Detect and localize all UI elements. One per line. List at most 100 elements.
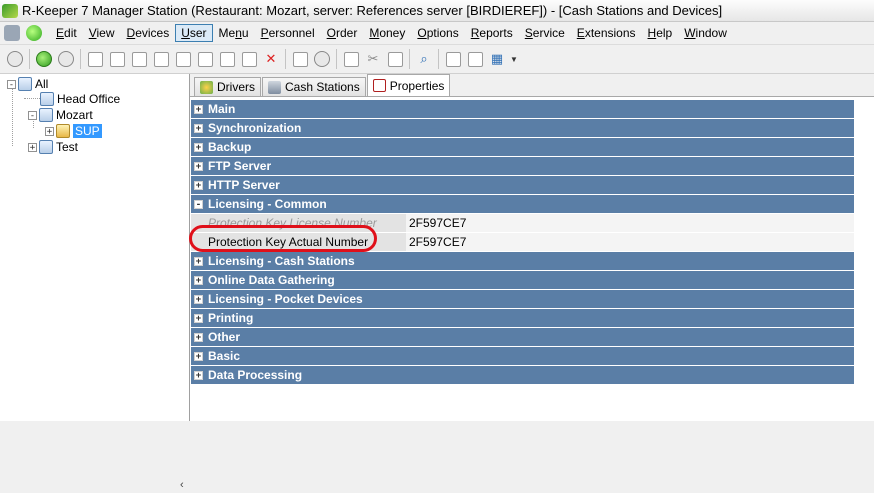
layers-icon[interactable] bbox=[466, 50, 484, 68]
category-data-processing[interactable]: + Data Processing bbox=[191, 366, 854, 384]
expand-icon[interactable]: + bbox=[194, 332, 203, 342]
tree-connector bbox=[24, 98, 40, 99]
expand-icon[interactable]: + bbox=[194, 161, 203, 171]
back-icon[interactable] bbox=[35, 50, 53, 68]
collapse-icon[interactable]: - bbox=[194, 199, 203, 209]
category-printing[interactable]: + Printing bbox=[191, 309, 854, 327]
expand-icon[interactable]: + bbox=[28, 142, 37, 152]
find-icon[interactable]: ⌕ bbox=[415, 50, 433, 68]
print-icon[interactable] bbox=[152, 50, 170, 68]
tree-node-all[interactable]: - All bbox=[7, 76, 48, 92]
chevron-down-icon[interactable]: ▼ bbox=[510, 50, 518, 68]
expand-icon[interactable]: + bbox=[45, 126, 54, 136]
menu-personnel[interactable]: Personnel bbox=[255, 24, 321, 42]
tab-properties[interactable]: Properties bbox=[366, 74, 451, 96]
toolbar-separator bbox=[80, 49, 81, 69]
save-icon[interactable] bbox=[291, 50, 309, 68]
copy-icon[interactable] bbox=[342, 50, 360, 68]
cash-station-icon bbox=[268, 80, 281, 94]
paste-icon[interactable] bbox=[386, 50, 404, 68]
properties-icon[interactable] bbox=[218, 50, 236, 68]
expand-icon[interactable]: + bbox=[194, 275, 203, 285]
category-ftp-server[interactable]: + FTP Server bbox=[191, 157, 854, 175]
category-label: Licensing - Common bbox=[208, 197, 327, 211]
collapse-icon[interactable]: - bbox=[28, 110, 37, 120]
property-value[interactable]: 2F597CE7 bbox=[406, 233, 854, 251]
category-label: FTP Server bbox=[208, 159, 272, 173]
tree-node-sup[interactable]: + SUP bbox=[45, 123, 102, 139]
menu-edit[interactable]: Edit bbox=[50, 24, 83, 42]
category-licensing-cash-stations[interactable]: + Licensing - Cash Stations bbox=[191, 252, 854, 270]
tree-node-mozart[interactable]: - Mozart bbox=[28, 107, 93, 123]
expand-icon[interactable]: + bbox=[194, 370, 203, 380]
menu-extensions[interactable]: Extensions bbox=[571, 24, 642, 42]
expand-icon[interactable]: + bbox=[194, 351, 203, 361]
expand-icon[interactable]: + bbox=[194, 313, 203, 323]
category-label: Printing bbox=[208, 311, 254, 325]
tab-cash-stations[interactable]: Cash Stations bbox=[262, 77, 366, 96]
expand-icon[interactable]: + bbox=[194, 180, 203, 190]
category-http-server[interactable]: + HTTP Server bbox=[191, 176, 854, 194]
refresh-icon[interactable] bbox=[6, 50, 24, 68]
tab-bar: Drivers Cash Stations Properties bbox=[190, 74, 874, 96]
menu-order[interactable]: Order bbox=[321, 24, 364, 42]
category-label: Basic bbox=[208, 349, 241, 363]
menu-money[interactable]: Money bbox=[363, 24, 411, 42]
tree-label: Test bbox=[56, 140, 79, 154]
expand-icon[interactable]: + bbox=[194, 294, 203, 304]
new-item-icon[interactable] bbox=[86, 50, 104, 68]
tree-label: Head Office bbox=[57, 92, 121, 106]
category-other[interactable]: + Other bbox=[191, 328, 854, 346]
expand-icon[interactable]: + bbox=[194, 123, 203, 133]
menu-reports[interactable]: Reports bbox=[465, 24, 519, 42]
menu-user[interactable]: User bbox=[175, 24, 213, 42]
category-licensing-common[interactable]: - Licensing - Common bbox=[191, 195, 854, 213]
expand-icon[interactable]: + bbox=[194, 256, 203, 266]
category-synchronization[interactable]: + Synchronization bbox=[191, 119, 854, 137]
menu-menu[interactable]: Menu bbox=[213, 24, 255, 42]
category-basic[interactable]: + Basic bbox=[191, 347, 854, 365]
category-licensing-pocket-devices[interactable]: + Licensing - Pocket Devices bbox=[191, 290, 854, 308]
copy-item-icon[interactable] bbox=[130, 50, 148, 68]
menu-view[interactable]: View bbox=[83, 24, 121, 42]
category-main[interactable]: + Main bbox=[191, 100, 854, 118]
category-label: Data Processing bbox=[208, 368, 303, 382]
menu-devices[interactable]: Devices bbox=[121, 24, 176, 42]
menu-bar: Edit View Devices User Menu Personnel Or… bbox=[0, 22, 874, 44]
category-online-data-gathering[interactable]: + Online Data Gathering bbox=[191, 271, 854, 289]
tree-node-head-office[interactable]: Head Office bbox=[40, 91, 120, 107]
grid-view-icon[interactable]: ▦ bbox=[488, 50, 506, 68]
forward-icon[interactable] bbox=[57, 50, 75, 68]
cut-icon[interactable]: ✂ bbox=[364, 50, 382, 68]
delete-icon[interactable]: ✕ bbox=[262, 50, 280, 68]
preview-icon[interactable] bbox=[174, 50, 192, 68]
category-label: Main bbox=[208, 102, 236, 116]
properties-tab-icon bbox=[372, 79, 386, 92]
collapse-icon[interactable]: - bbox=[7, 79, 16, 89]
menu-window[interactable]: Window bbox=[678, 24, 733, 42]
tab-label: Properties bbox=[389, 78, 445, 93]
tab-drivers[interactable]: Drivers bbox=[194, 77, 261, 96]
new-group-icon[interactable] bbox=[108, 50, 126, 68]
expand-icon[interactable]: + bbox=[194, 104, 203, 114]
toolbar: ✕ ✂ ⌕ ▦ ▼ bbox=[0, 44, 874, 74]
menu-service[interactable]: Service bbox=[519, 24, 571, 42]
properties-panel: + Main + Synchronization + Backup + FTP Serv… bbox=[190, 96, 874, 421]
category-backup[interactable]: + Backup bbox=[191, 138, 854, 156]
tools-icon[interactable] bbox=[444, 50, 462, 68]
image-icon[interactable] bbox=[196, 50, 214, 68]
property-value[interactable]: 2F597CE7 bbox=[406, 214, 854, 232]
scroll-left-icon[interactable]: ‹ bbox=[180, 479, 189, 493]
title-bar: R-Keeper 7 Manager Station (Restaurant: … bbox=[0, 0, 874, 22]
cancel-icon[interactable] bbox=[313, 50, 331, 68]
document-menu-icon[interactable] bbox=[4, 25, 20, 41]
app-icon bbox=[2, 3, 18, 18]
menu-help[interactable]: Help bbox=[642, 24, 679, 42]
tree-label: All bbox=[35, 77, 49, 91]
expand-icon[interactable]: + bbox=[194, 142, 203, 152]
menu-options[interactable]: Options bbox=[411, 24, 464, 42]
export-icon[interactable] bbox=[240, 50, 258, 68]
status-green-icon bbox=[26, 25, 42, 41]
tree-node-test[interactable]: + Test bbox=[28, 139, 78, 155]
folder-open-icon bbox=[56, 124, 70, 138]
